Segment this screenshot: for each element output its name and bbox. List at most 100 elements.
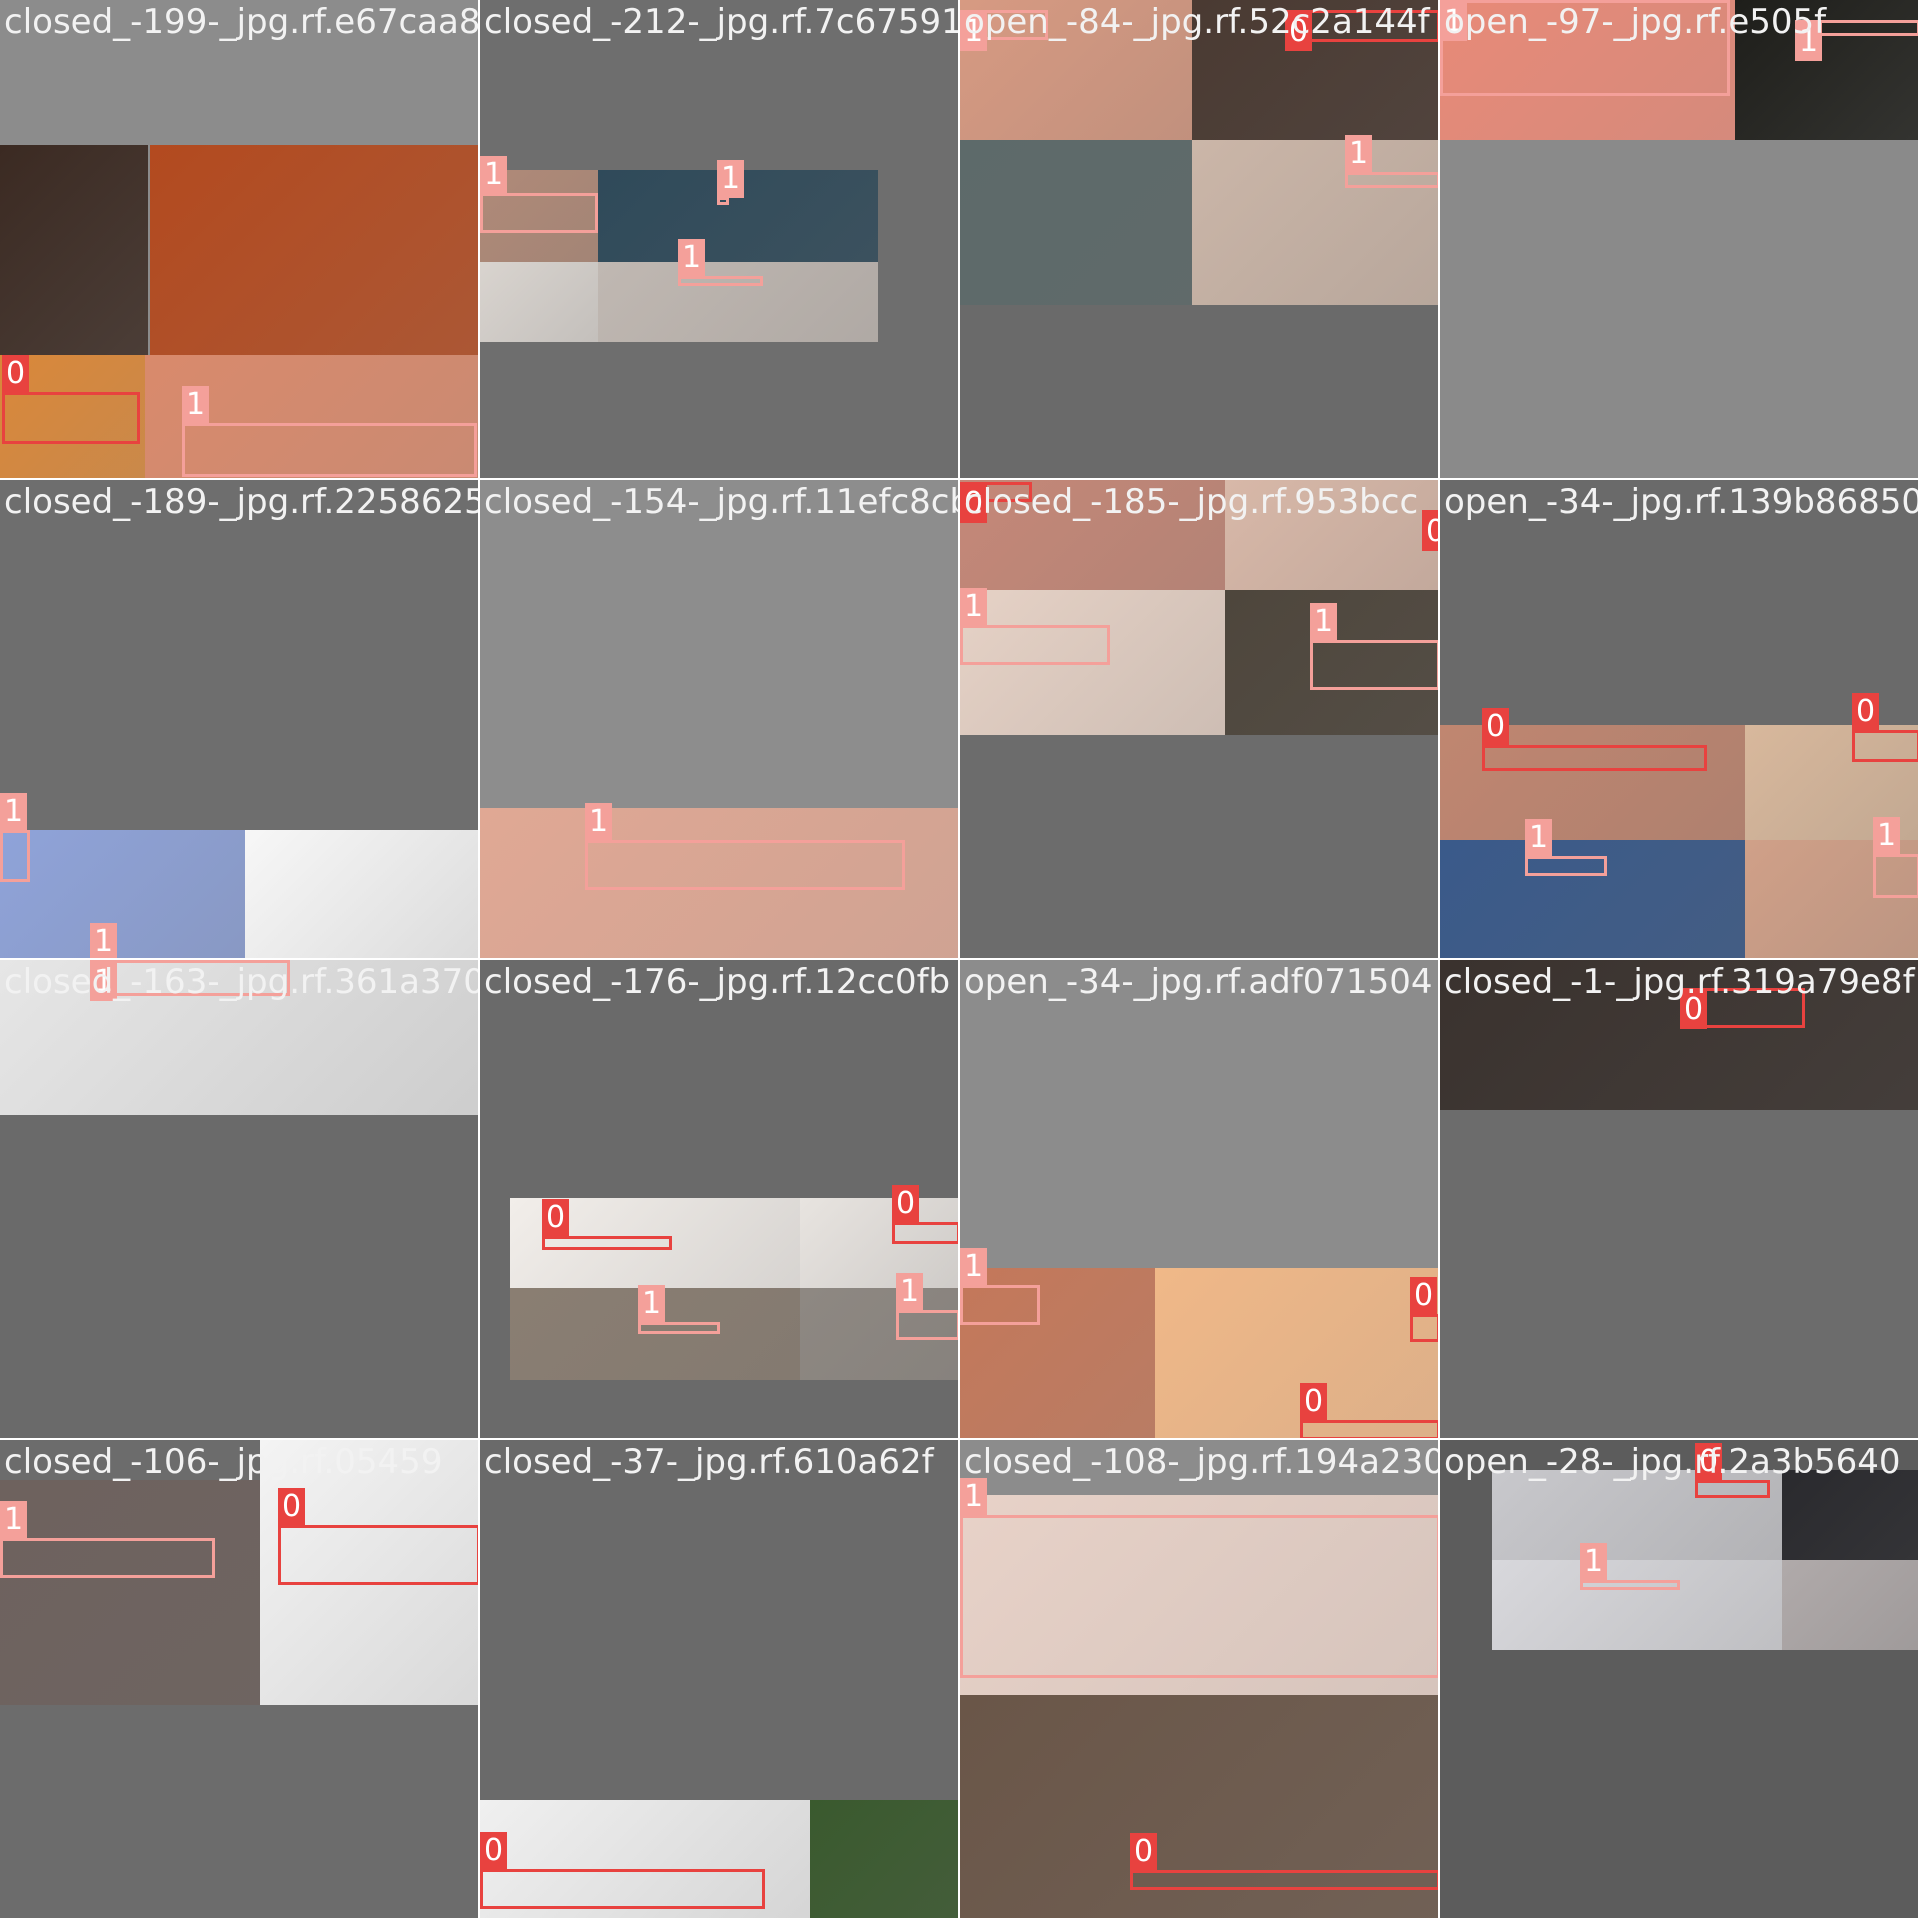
bounding-box-class-1: 1 [638,1285,720,1334]
class-id-tag: 1 [896,1273,924,1311]
tile-filename-label: open_-28-_jpg.rf.2a3b5640 [1444,1442,1901,1482]
tile-filename-label: open_-34-_jpg.rf.adf071504 [964,962,1433,1002]
mosaic-tile: 1 0 closed_-106-_jpg.rf.05459 [0,1440,480,1920]
class-id-tag: 1 [638,1285,666,1323]
bounding-box-class-0: 0 [542,1199,672,1250]
bounding-box-class-1: 1 [1580,1543,1680,1590]
tile-filename-label: closed_-1-_jpg.rf.319a79e8f [1444,962,1915,1002]
tile-photo [0,830,245,958]
tile-photo [150,145,478,355]
class-id-tag: 1 [960,1478,988,1516]
class-id-tag: 1 [0,1501,28,1539]
tile-photo [960,140,1192,305]
bounding-box-class-0: 0 [892,1185,958,1244]
class-id-tag: 1 [960,588,988,626]
mosaic-tile: 1 1 closed_-189-_jpg.rf.2258625 [0,480,480,960]
mosaic-tile: 1 closed_-154-_jpg.rf.11efc8cbb [480,480,960,960]
tile-filename-label: open_-34-_jpg.rf.139b86850 [1444,482,1920,522]
tile-filename-label: closed_-189-_jpg.rf.2258625 [4,482,480,522]
mosaic-tile: 0 closed_-37-_jpg.rf.610a62f [480,1440,960,1920]
tile-filename-label: closed_-108-_jpg.rf.194a230 [964,1442,1440,1482]
bounding-box-class-0: 0 [1695,1443,1770,1498]
tile-filename-label: open_-97-_jpg.rf.e505f [1444,2,1827,42]
tile-filename-label: closed_-154-_jpg.rf.11efc8cbb [484,482,960,522]
tile-photo [1782,1560,1918,1650]
class-id-tag: 0 [480,1832,508,1870]
tile-photo [1782,1470,1918,1560]
tile-photo [480,262,598,342]
class-id-tag: 0 [542,1199,570,1237]
tile-filename-label: closed_-212-_jpg.rf.7c67591 [484,2,960,42]
bounding-box-class-1: 1 [896,1273,958,1340]
class-id-tag: 1 [678,239,706,277]
tile-photo [1192,140,1438,305]
tile-photo [0,145,148,355]
bounding-box-class-1: 1 [585,803,905,890]
class-id-tag: 0 [1422,513,1438,551]
bounding-box-class-1: 1 [1525,819,1607,876]
tile-filename-label: closed_-185-_jpg.rf.953bcc [964,482,1419,522]
class-id-tag: 0 [2,355,30,393]
tile-filename-label: closed_-106-_jpg.rf.05459 [4,1442,443,1482]
bounding-box-class-1: 1 [960,1478,1438,1678]
class-id-tag: 0 [1852,693,1880,731]
class-id-tag: 1 [90,923,118,958]
class-id-tag: 0 [1482,708,1510,746]
mosaic-tile: 0 0 1 1 open_-34-_jpg.rf.139b86850 [1440,480,1920,960]
bounding-box-class-0: 0 [278,1488,478,1585]
bounding-box-class-1: 1 [1873,817,1918,898]
training-batch-mosaic: 0 1 closed_-199-_jpg.rf.e67caa8 1 1 1 closed_-… [0,0,1920,1920]
bounding-box-class-1: 1 [960,1248,1040,1325]
bounding-box-class-1: 1 [717,160,745,205]
mosaic-tile: 1 0 closed_-108-_jpg.rf.194a230 [960,1440,1440,1920]
bounding-box-class-0: 0 [1410,1277,1438,1342]
class-id-tag: 1 [1310,603,1338,641]
bounding-box-class-1: 1 [1345,135,1438,188]
bounding-box-class-1: 1 [960,588,1110,665]
class-id-tag: 1 [480,156,508,194]
bounding-box-class-1: 1 [0,1501,215,1578]
mosaic-tile: 1 0 0 open_-34-_jpg.rf.adf071504 [960,960,1440,1440]
class-id-tag: 0 [1410,1277,1438,1315]
class-id-tag: 0 [892,1185,920,1223]
class-id-tag: 1 [0,793,28,831]
class-id-tag: 0 [1130,1833,1158,1871]
bounding-box-class-1: 1 [182,386,477,477]
class-id-tag: 0 [1300,1383,1328,1421]
tile-filename-label: closed_-199-_jpg.rf.e67caa8 [4,2,480,42]
tile-filename-label: closed_-176-_jpg.rf.12cc0fb [484,962,951,1002]
mosaic-tile: 0011closed_-185-_jpg.rf.953bcc [960,480,1440,960]
bounding-box-class-1: 1 [0,793,30,882]
tile-filename-label: closed_-163-_jpg.rf.361a370 [4,962,480,1002]
class-id-tag: 0 [278,1488,306,1526]
class-id-tag: 1 [1525,819,1553,857]
class-id-tag: 1 [585,803,613,841]
mosaic-tile: 1 0 1 open_-84-_jpg.rf.52c2a144f [960,0,1440,480]
tile-photo [245,830,478,958]
bounding-box-class-0: 0 [480,1832,765,1909]
bounding-box-class-0: 0 [1300,1383,1438,1438]
tile-filename-label: open_-84-_jpg.rf.52c2a144f [964,2,1430,42]
class-id-tag: 1 [1580,1543,1608,1581]
tile-photo [598,262,878,342]
bounding-box-class-1: 1 [678,239,763,286]
mosaic-tile: 1 1 open_-97-_jpg.rf.e505f [1440,0,1920,480]
mosaic-tile: 0 1 open_-28-_jpg.rf.2a3b5640 [1440,1440,1920,1920]
class-id-tag: 1 [1873,817,1901,855]
class-id-tag: 1 [960,1248,988,1286]
mosaic-tile: 1 closed_-163-_jpg.rf.361a370 [0,960,480,1440]
mosaic-tile: 0 1 closed_-199-_jpg.rf.e67caa8 [0,0,480,480]
tile-photo [1492,1560,1782,1650]
class-id-tag: 1 [1345,135,1373,173]
mosaic-tile: 0 0 1 1 closed_-176-_jpg.rf.12cc0fb [480,960,960,1440]
tile-photo [1155,1268,1438,1438]
mosaic-tile: 0 closed_-1-_jpg.rf.319a79e8f [1440,960,1920,1440]
tile-filename-label: closed_-37-_jpg.rf.610a62f [484,1442,934,1482]
mosaic-tile: 1 1 1 closed_-212-_jpg.rf.7c67591 [480,0,960,480]
tile-photo [810,1800,958,1918]
class-id-tag: 1 [717,160,745,198]
bounding-box-class-0: 0 [1422,510,1438,551]
bounding-box-class-0: 0 [1482,708,1707,771]
bounding-box-class-1: 1 [480,156,598,233]
bounding-box-class-0: 0 [1852,693,1918,762]
